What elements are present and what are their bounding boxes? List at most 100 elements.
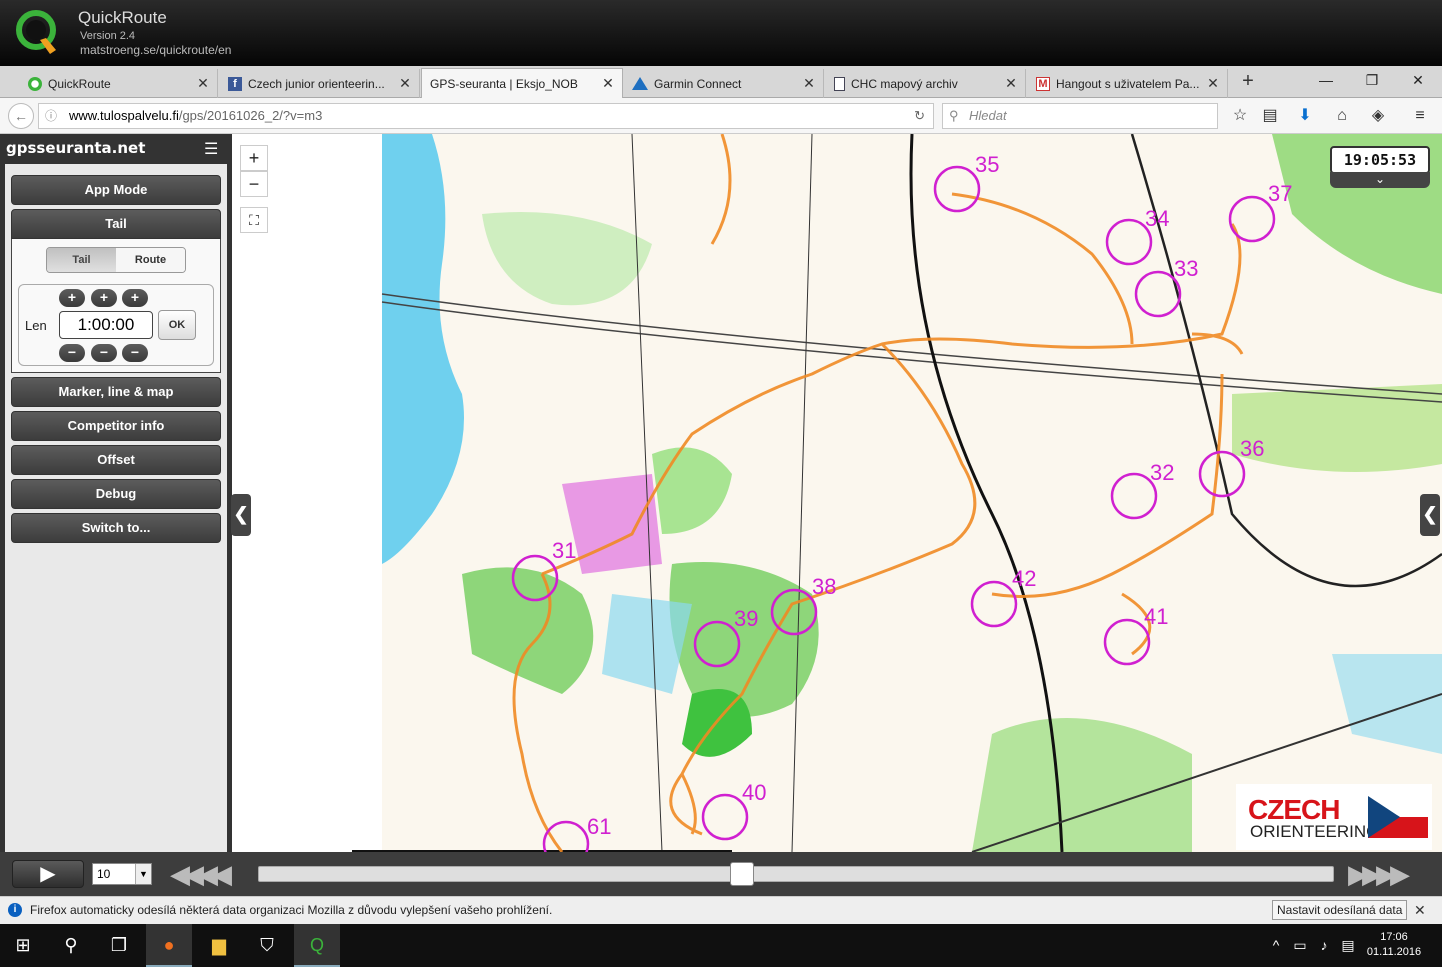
navigation-bar: ← ⓘ www.tulospalvelu.fi/gps/20161026_2/?…	[0, 98, 1442, 134]
close-icon[interactable]: ✕	[1205, 75, 1221, 92]
notifications-icon[interactable]: ▤	[1338, 924, 1358, 967]
marker-line-map-button[interactable]: Marker, line & map	[11, 377, 221, 407]
app-mode-button[interactable]: App Mode	[11, 175, 221, 205]
search-icon[interactable]: ⚲	[48, 924, 94, 967]
zoom-in-button[interactable]: +	[240, 145, 268, 171]
plus-minutes-button[interactable]: +	[91, 289, 117, 307]
tab-hangout[interactable]: M Hangout s uživatelem Pa... ✕	[1028, 69, 1228, 98]
tab-gps-seuranta[interactable]: GPS-seuranta | Eksjo_NOB ✕	[421, 68, 623, 98]
url-path: /gps/20161026_2/?v=m3	[178, 108, 323, 123]
document-icon	[834, 76, 845, 91]
store-icon[interactable]: ⛉	[244, 924, 290, 967]
minus-seconds-button[interactable]: −	[122, 344, 148, 362]
system-clock[interactable]: 17:06 01.11.2016	[1364, 930, 1424, 960]
notification-settings-button[interactable]: Nastavit odesílaná data	[1272, 900, 1408, 920]
close-icon[interactable]: ✕	[600, 75, 616, 92]
length-input[interactable]: 1:00:00	[59, 311, 153, 339]
back-button[interactable]: ←	[8, 103, 34, 129]
rewind-icon[interactable]: ◀◀◀◀	[170, 860, 232, 888]
tab-bar: QuickRoute ✕ f Czech junior orienteerin.…	[0, 66, 1442, 98]
close-icon[interactable]: ✕	[1003, 75, 1019, 92]
czech-orienteering-logo: CZECH ORIENTEERING	[1236, 784, 1432, 850]
plus-hours-button[interactable]: +	[59, 289, 85, 307]
restore-button[interactable]: ❐	[1352, 66, 1392, 94]
home-icon[interactable]: ⌂	[1330, 104, 1354, 128]
collapse-right-panel-button[interactable]: ❮	[1420, 494, 1440, 536]
windows-start-icon[interactable]: ⊞	[0, 924, 46, 967]
window-close-button[interactable]: ✕	[1398, 66, 1438, 94]
timeline-thumb[interactable]	[730, 862, 755, 886]
volume-icon[interactable]: ♪	[1314, 924, 1334, 967]
tab-quickroute[interactable]: QuickRoute ✕	[20, 69, 218, 98]
bookmark-star-icon[interactable]: ☆	[1228, 104, 1252, 128]
timeline-track[interactable]	[258, 866, 1334, 882]
map-view[interactable]: 35 37 34 33 36 32 31 42 41 39 38 40 61	[232, 134, 1442, 852]
reload-icon[interactable]: ↻	[914, 104, 925, 128]
fast-forward-icon[interactable]: ▶▶▶▶	[1348, 860, 1410, 888]
firefox-icon[interactable]: ●	[146, 924, 192, 967]
minus-minutes-button[interactable]: −	[91, 344, 117, 362]
orienteering-map[interactable]: 35 37 34 33 36 32 31 42 41 39 38 40 61	[232, 134, 1442, 852]
url-domain: www.tulospalvelu.fi	[69, 108, 179, 123]
control-33: 33	[1174, 256, 1198, 281]
collapse-left-panel-button[interactable]: ❮	[231, 494, 251, 536]
minus-hours-button[interactable]: −	[59, 344, 85, 362]
pocket-icon[interactable]: ◈	[1366, 104, 1390, 128]
fullscreen-icon[interactable]: ⛶	[240, 207, 268, 233]
segment-route[interactable]: Route	[116, 248, 185, 272]
address-bar[interactable]: ⓘ www.tulospalvelu.fi/gps/20161026_2/?v=…	[38, 103, 934, 129]
download-icon[interactable]: ⬇	[1293, 104, 1317, 128]
speed-value: 10	[97, 867, 111, 881]
close-icon[interactable]: ✕	[397, 75, 413, 92]
file-explorer-icon[interactable]: ▆	[196, 924, 242, 967]
close-icon[interactable]: ✕	[801, 75, 817, 92]
control-38: 38	[812, 574, 836, 599]
control-39: 39	[734, 606, 758, 631]
czech-flag-icon	[1368, 796, 1428, 838]
new-tab-button[interactable]: +	[1236, 66, 1260, 98]
control-31: 31	[552, 538, 576, 563]
tab-facebook[interactable]: f Czech junior orienteerin... ✕	[220, 69, 420, 98]
debug-button[interactable]: Debug	[11, 479, 221, 509]
segment-tail[interactable]: Tail	[47, 248, 116, 272]
reading-list-icon[interactable]: ▤	[1258, 104, 1282, 128]
quickroute-header: QuickRoute Version 2.4 matstroeng.se/qui…	[0, 0, 1442, 66]
play-button[interactable]: ▶	[12, 860, 84, 888]
offset-button[interactable]: Offset	[11, 445, 221, 475]
brand-title: gpsseuranta.net	[6, 139, 146, 157]
playback-bar: ▶ 10 ▼ ◀◀◀◀ ▶▶▶▶	[0, 852, 1442, 896]
quickroute-logo-icon	[16, 10, 56, 54]
chevron-up-icon[interactable]: ^	[1266, 924, 1286, 967]
clock-date: 01.11.2016	[1366, 946, 1422, 958]
plus-seconds-button[interactable]: +	[122, 289, 148, 307]
chevron-down-icon[interactable]: ⌄	[1330, 172, 1430, 188]
facebook-icon: f	[228, 76, 242, 91]
task-view-icon[interactable]: ❐	[96, 924, 142, 967]
tab-label: GPS-seuranta | Eksjo_NOB	[430, 76, 578, 91]
network-icon[interactable]: ▭	[1290, 924, 1310, 967]
tab-label: CHC mapový archiv	[851, 76, 958, 91]
switch-to-button[interactable]: Switch to...	[11, 513, 221, 543]
info-icon[interactable]: ⓘ	[45, 104, 57, 128]
quickroute-icon	[28, 76, 42, 91]
zoom-out-button[interactable]: −	[240, 171, 268, 197]
tab-garmin[interactable]: Garmin Connect ✕	[624, 69, 824, 98]
close-icon[interactable]: ✕	[1414, 897, 1426, 923]
tail-button[interactable]: Tail	[11, 209, 221, 239]
list-menu-icon[interactable]: ☰	[204, 142, 224, 158]
search-input[interactable]: ⚲ Hledat	[942, 103, 1218, 129]
close-icon[interactable]: ✕	[195, 75, 211, 92]
control-40: 40	[742, 780, 766, 805]
quickroute-title: QuickRoute	[78, 8, 167, 27]
minimize-button[interactable]: ―	[1306, 66, 1346, 94]
speed-select[interactable]: 10 ▼	[92, 863, 152, 885]
notification-text: Firefox automaticky odesílá některá data…	[30, 903, 553, 917]
menu-icon[interactable]: ≡	[1408, 104, 1432, 128]
notification-bar: i Firefox automaticky odesílá některá da…	[0, 896, 1442, 924]
control-61: 61	[587, 814, 611, 839]
quickroute-icon[interactable]: Q	[294, 924, 340, 967]
ok-button[interactable]: OK	[158, 310, 196, 340]
tab-chc-archiv[interactable]: CHC mapový archiv ✕	[826, 69, 1026, 98]
control-37: 37	[1268, 181, 1292, 206]
competitor-info-button[interactable]: Competitor info	[11, 411, 221, 441]
